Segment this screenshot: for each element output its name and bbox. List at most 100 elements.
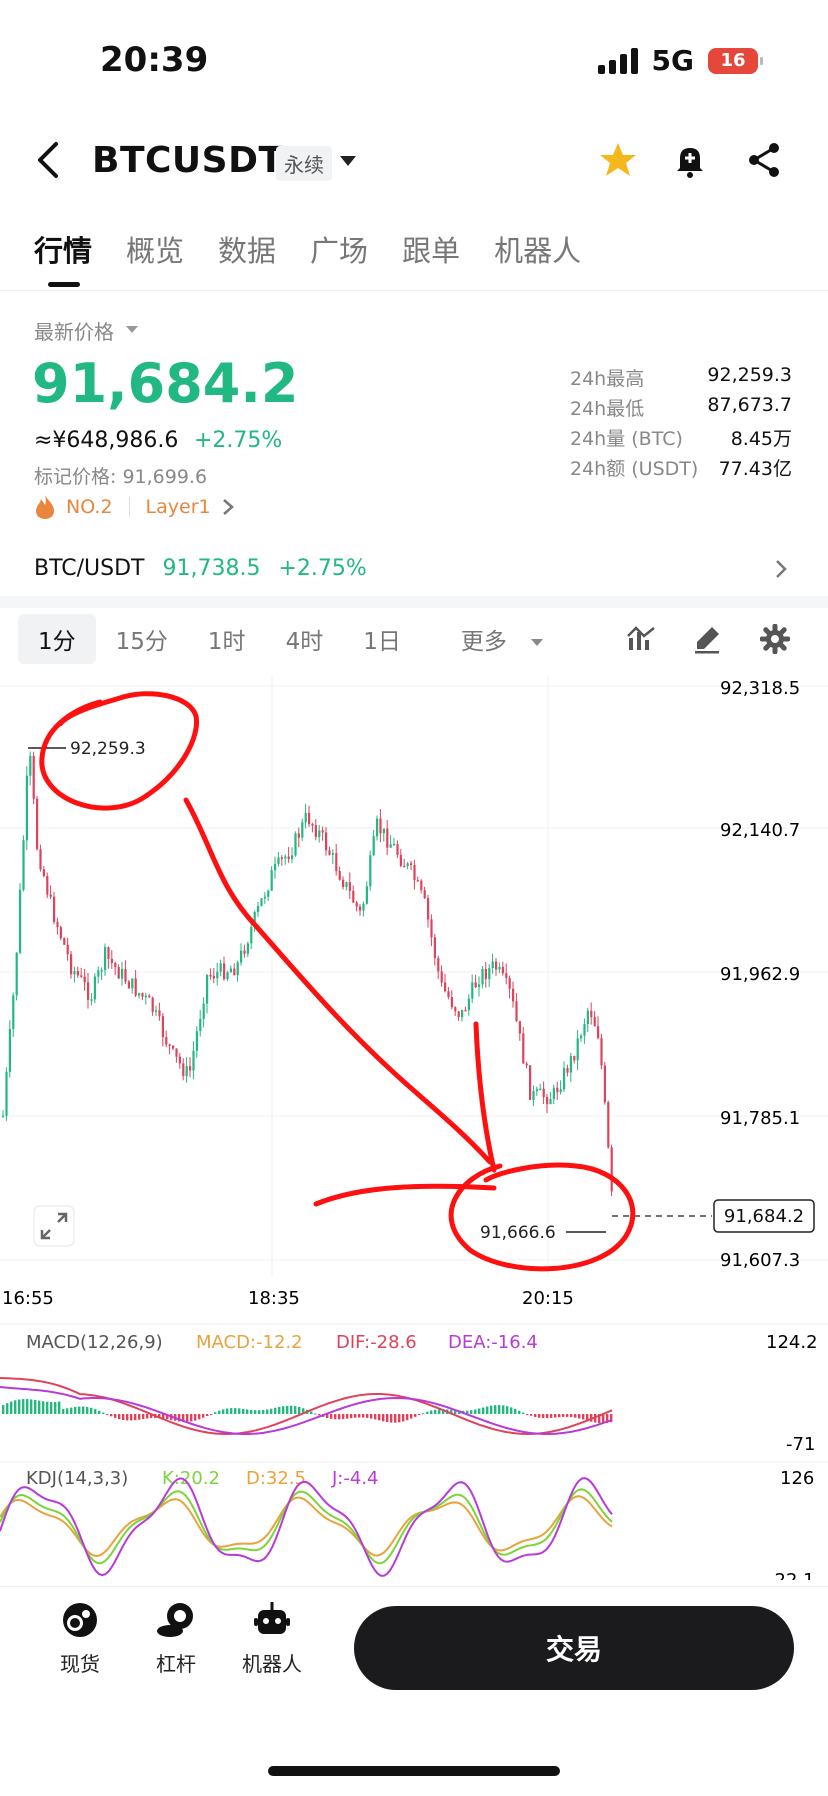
fullscreen-button[interactable] [33,1205,75,1247]
macd-bar [506,1406,509,1414]
macd-bar [430,1410,433,1414]
macd-bar [118,1414,121,1420]
x-tick-label: 20:15 [522,1288,574,1309]
candle-body [168,1044,171,1046]
nav-margin[interactable]: 杠杆 [136,1600,216,1677]
alert-bell-icon[interactable] [670,140,710,180]
candle-body [202,1003,205,1019]
y-tick-label: 91,785.1 [720,1108,800,1129]
tab-bots[interactable]: 机器人 [494,228,581,270]
macd-bar [58,1401,61,1414]
macd-bar [66,1408,69,1414]
chevron-down-icon[interactable] [340,156,356,166]
candle-body [2,1115,5,1118]
tab-overview[interactable]: 概览 [126,228,184,270]
y-tick-label: 92,140.7 [720,820,800,841]
spot-link-row[interactable]: BTC/USDT 91,738.5 +2.75% [34,556,367,581]
robot-icon [254,1602,290,1634]
macd-bar [26,1399,29,1414]
interval-4h[interactable]: 4时 [266,614,344,664]
candle-body [199,1018,202,1032]
candle-body [274,863,277,871]
tab-market[interactable]: 行情 [34,228,92,270]
candlestick-chart[interactable]: 92,318.5 92,140.7 91,962.9 91,785.1 91,6… [0,676,828,1580]
tab-copy-trade[interactable]: 跟单 [402,228,460,270]
candle-body [515,1001,518,1022]
candle-body [376,818,379,837]
draw-tool-icon[interactable] [692,624,722,654]
macd-bar [498,1405,501,1414]
trade-button[interactable]: 交易 [354,1606,794,1690]
macd-bar [550,1414,553,1418]
y-tick-label: 91,962.9 [720,964,800,985]
macd-bar [414,1414,417,1417]
rank-row[interactable]: NO.2 Layer1 [34,494,235,520]
macd-bar [378,1414,381,1421]
kdj-series [0,1477,613,1577]
candle-body [440,971,443,983]
macd-bar [30,1399,33,1414]
macd-bar [70,1407,73,1414]
candle-body [117,967,120,979]
macd-bar [350,1414,353,1419]
candle-body [59,927,62,939]
candle-body [484,968,487,980]
star-icon[interactable] [598,140,638,180]
x-tick-label: 16:55 [2,1288,54,1309]
indicator-icon[interactable] [626,624,656,654]
macd-bar [46,1401,49,1414]
macd-bar [262,1409,265,1414]
candle-body [559,1089,562,1093]
candle-body [294,833,297,856]
candle-body [539,1088,542,1091]
candle-body [263,896,266,899]
candle-body [311,824,314,826]
back-icon[interactable] [32,140,66,180]
macd-bar [14,1400,17,1414]
share-icon[interactable] [744,140,784,180]
candle-body [481,968,484,985]
interval-more[interactable]: 更多 [421,614,563,664]
macd-bar [78,1406,81,1414]
candle-body [583,1024,586,1036]
high-price-label: 92,259.3 [70,739,146,759]
macd-bar [530,1414,533,1416]
tab-data[interactable]: 数据 [218,228,276,270]
candle-body [73,971,76,975]
candle-body [600,1038,603,1066]
candle-body [328,850,331,855]
nav-bots[interactable]: 机器人 [232,1600,312,1677]
candle-body [172,1045,175,1049]
candle-body [121,968,124,979]
interval-1h[interactable]: 1时 [188,614,266,664]
interval-1m[interactable]: 1分 [18,614,96,664]
candle-body [114,962,117,968]
macd-bar [390,1414,393,1423]
candle-body [399,854,402,866]
macd-bar [38,1400,41,1414]
candle-body [189,1066,192,1071]
candle-body [138,993,141,996]
rank-label: NO.2 [66,496,113,518]
macd-bar [382,1414,385,1422]
macd-bar [214,1412,217,1414]
settings-icon[interactable] [760,624,790,654]
tab-square[interactable]: 广场 [310,228,368,270]
price-type-selector[interactable]: 最新价格 [34,316,114,345]
stat-volume: 24h量 (BTC) 8.45万 [570,428,792,450]
macd-bar [342,1414,345,1420]
candle-body [362,903,365,911]
chevron-right-icon[interactable] [774,558,788,580]
candle-body [19,889,22,953]
macd-bar [358,1414,361,1418]
macd-bar [42,1401,45,1414]
divider [0,290,828,291]
interval-1d[interactable]: 1日 [343,614,421,664]
candle-body [70,954,73,975]
nav-spot[interactable]: 现货 [40,1600,120,1677]
interval-15m[interactable]: 15分 [96,614,188,664]
symbol-title[interactable]: BTCUSDT [92,140,284,181]
macd-bar [434,1409,437,1414]
macd-bar [422,1413,425,1415]
macd-bar [34,1399,37,1414]
